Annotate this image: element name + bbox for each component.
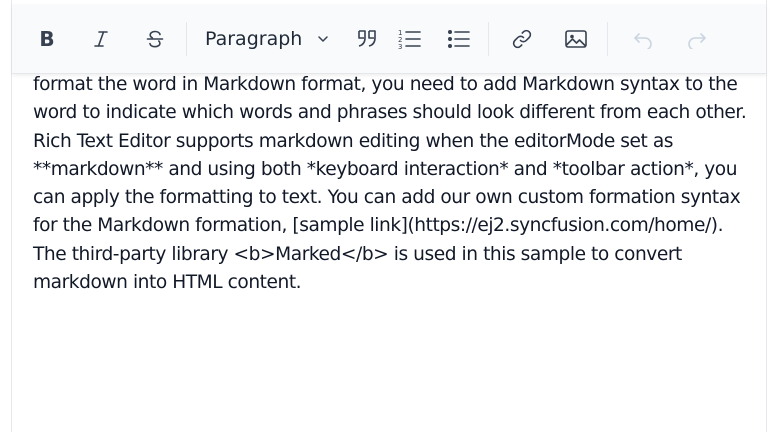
insert-image-button[interactable] [559,22,593,56]
strikethrough-icon [146,30,164,48]
redo-button[interactable] [680,22,714,56]
italic-icon [94,30,108,47]
insert-link-button[interactable] [505,22,539,56]
blockquote-icon [358,29,377,47]
bold-icon: B [39,26,55,51]
svg-text:3: 3 [398,43,402,51]
link-icon [513,29,532,48]
italic-button[interactable] [84,22,118,56]
format-dropdown-value: Paragraph [205,27,303,50]
format-dropdown[interactable]: Paragraph [195,22,338,56]
ordered-list-button[interactable]: 1 2 3 [392,22,426,56]
image-icon [565,29,588,48]
toolbar-separator [186,21,187,56]
editor-toolbar: B Paragraph 1 2 3 [12,4,766,74]
blockquote-button[interactable] [350,22,384,56]
unordered-list-icon [448,29,471,48]
strikethrough-button[interactable] [138,22,172,56]
chevron-down-icon [318,35,329,42]
ordered-list-icon: 1 2 3 [398,29,422,51]
unordered-list-button[interactable] [442,22,476,56]
toolbar-separator [607,21,609,56]
bold-button[interactable]: B [30,22,64,56]
undo-icon [634,32,653,49]
undo-button[interactable] [626,22,660,56]
redo-icon [688,32,707,49]
editor-content[interactable]: format the word in Markdown format, you … [33,71,751,297]
rich-text-editor: B Paragraph 1 2 3 format the word in Mar… [11,0,767,432]
toolbar-separator [488,21,490,56]
